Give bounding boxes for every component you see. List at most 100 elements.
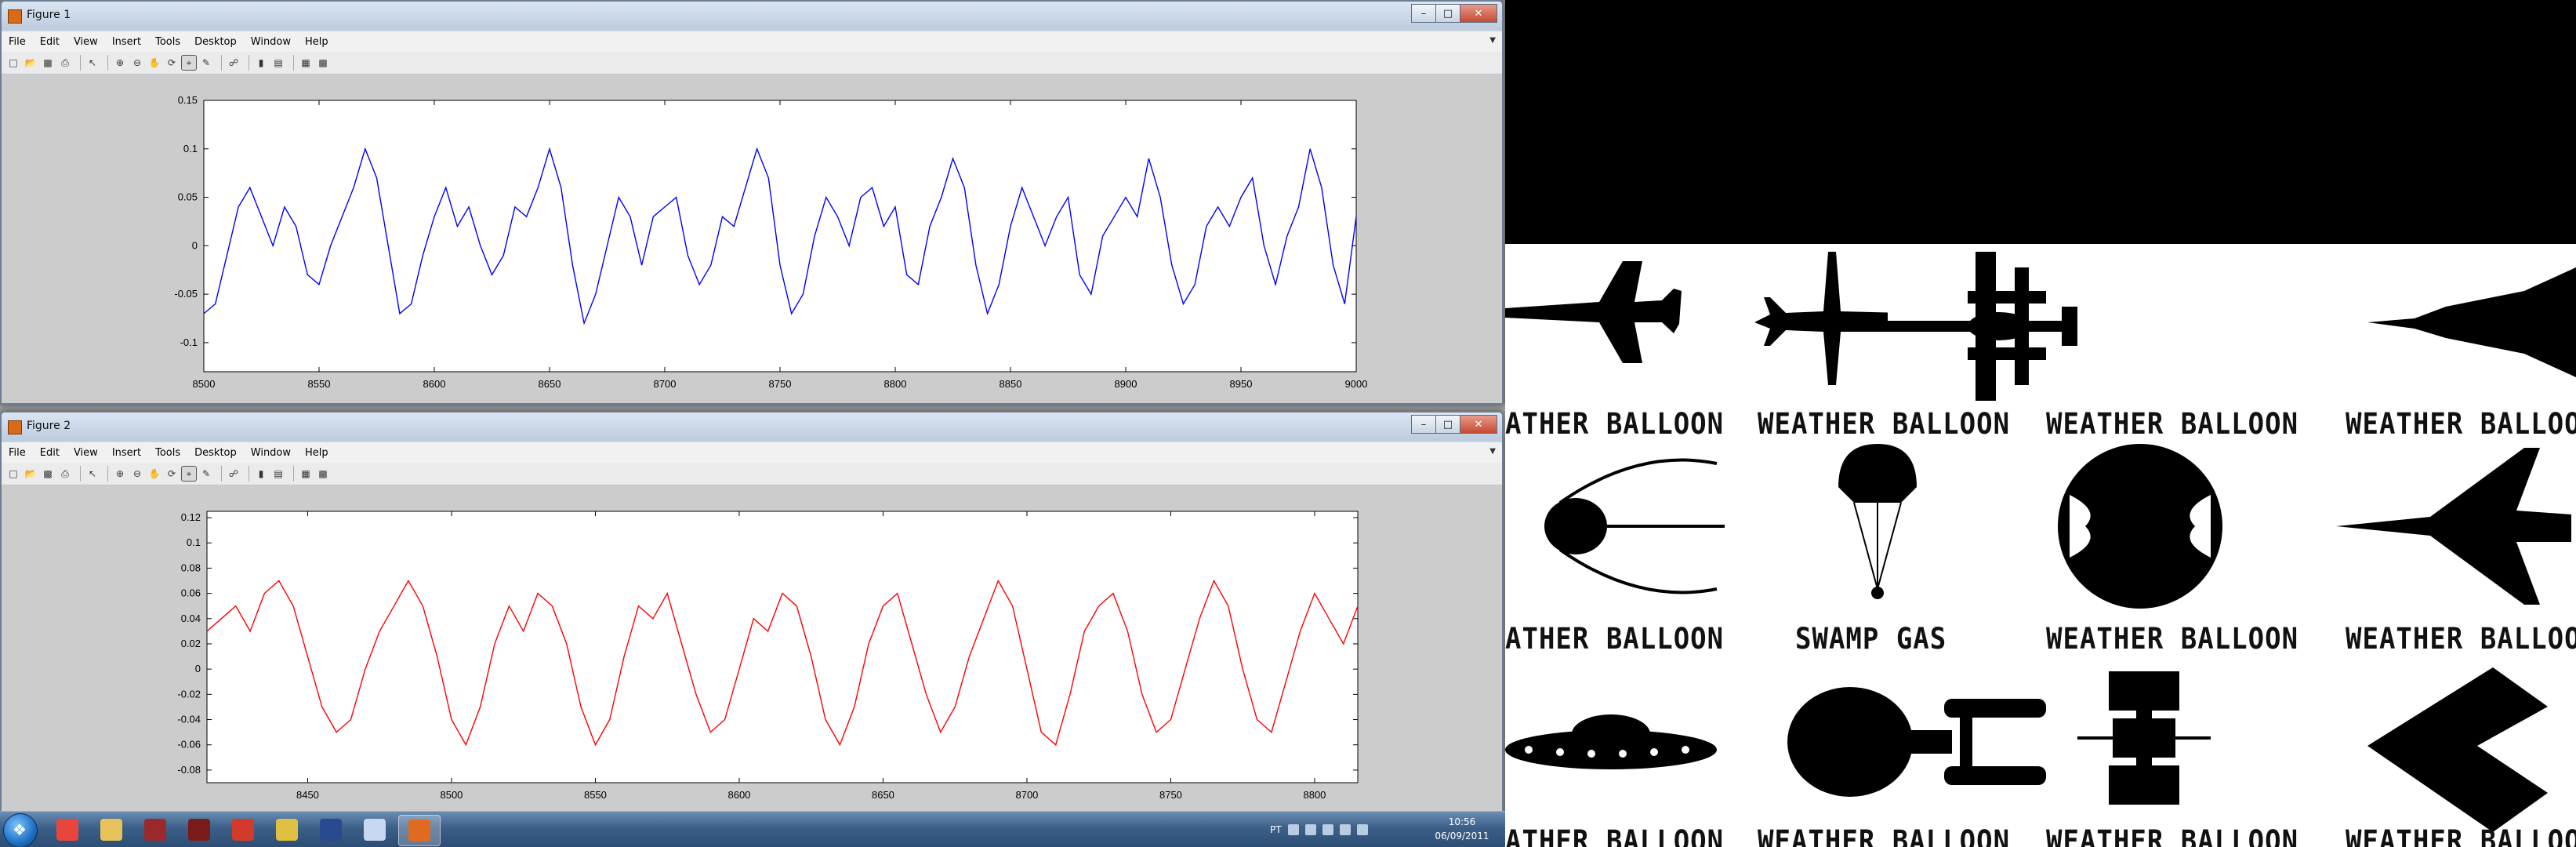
- save-icon[interactable]: ▩: [41, 467, 55, 481]
- minimize-button[interactable]: –: [1411, 4, 1436, 23]
- maximize-button[interactable]: □: [1435, 415, 1460, 434]
- caption: WEATHER BALLOON: [1758, 407, 2011, 442]
- pan-icon[interactable]: ✋: [147, 56, 161, 70]
- zoom-in-icon[interactable]: ⊕: [113, 56, 127, 70]
- y-tick-label: 0.12: [181, 511, 201, 523]
- zoom-out-icon[interactable]: ⊖: [130, 56, 144, 70]
- menu-edit[interactable]: Edit: [33, 447, 67, 459]
- language-indicator[interactable]: PT: [1270, 824, 1282, 835]
- network-icon[interactable]: [1339, 824, 1351, 835]
- zoom-in-icon[interactable]: ⊕: [113, 467, 127, 481]
- colorbar-icon[interactable]: ▮: [254, 467, 268, 481]
- pointer-icon[interactable]: ↖: [85, 467, 100, 481]
- rotate-icon[interactable]: ⟳: [165, 56, 179, 70]
- data-cursor-icon[interactable]: ⌖: [181, 466, 197, 482]
- tray-arrow-icon[interactable]: [1287, 824, 1299, 835]
- pointer-icon[interactable]: ↖: [85, 56, 100, 70]
- open-icon[interactable]: 📂: [24, 56, 38, 70]
- legend-icon[interactable]: ▤: [271, 56, 285, 70]
- menu-bar: File Edit View Insert Tools Desktop Wind…: [2, 31, 1502, 52]
- menu-file[interactable]: File: [2, 36, 33, 48]
- x-tick-label: 8500: [193, 378, 216, 390]
- taskbar-pickit-button[interactable]: [179, 815, 220, 845]
- taskbar-flash-button[interactable]: [223, 815, 263, 845]
- close-button[interactable]: ✕: [1460, 4, 1497, 23]
- x-tick-label: 8550: [308, 378, 331, 390]
- show-plot-tools-icon[interactable]: ▩: [316, 56, 330, 70]
- taskbar: ❖ PT 10:56 06/09/2011: [0, 811, 1505, 847]
- brush-icon[interactable]: ✎: [199, 56, 213, 70]
- hide-plot-tools-icon[interactable]: ▦: [299, 56, 313, 70]
- figure-1-plot[interactable]: 8500 8550 8600 8650 8700 8750 8800 8850 8900 8950…: [2, 75, 1499, 400]
- new-icon[interactable]: □: [6, 467, 20, 481]
- figure-2-canvas: 8450 8500 8550 8600 8650 8700 8750 8800 0.12 0.1 0…: [2, 486, 1502, 812]
- menu-tools[interactable]: Tools: [148, 447, 187, 459]
- taskbar-explorer-button[interactable]: [91, 815, 132, 845]
- brush-icon[interactable]: ✎: [199, 467, 213, 481]
- taskbar-pic-button[interactable]: [310, 815, 351, 845]
- new-icon[interactable]: □: [6, 56, 20, 70]
- x-tick-label: 8800: [884, 378, 907, 390]
- menu-view[interactable]: View: [67, 36, 105, 48]
- chrome-icon: [56, 819, 78, 841]
- x-tick-label: 8750: [1159, 789, 1182, 801]
- close-button[interactable]: ✕: [1460, 415, 1497, 434]
- print-icon[interactable]: ⎙: [58, 467, 72, 481]
- figure-2-plot[interactable]: 8450 8500 8550 8600 8650 8700 8750 8800 0.12 0.1 0…: [2, 486, 1499, 809]
- pan-icon[interactable]: ✋: [147, 467, 161, 481]
- toolbar-separator: [221, 466, 222, 482]
- minimize-button[interactable]: –: [1411, 415, 1436, 434]
- taskbar-chrome-button[interactable]: [47, 815, 88, 845]
- matlab-figure-icon: [8, 420, 22, 434]
- start-button[interactable]: ❖: [3, 813, 38, 847]
- menu-desktop[interactable]: Desktop: [187, 36, 244, 48]
- menu-edit[interactable]: Edit: [33, 36, 67, 48]
- volume-icon[interactable]: [1356, 824, 1368, 835]
- show-plot-tools-icon[interactable]: ▩: [316, 467, 330, 481]
- menu-view[interactable]: View: [67, 447, 105, 459]
- print-icon[interactable]: ⎙: [58, 56, 72, 70]
- x-tick-label: 8950: [1230, 378, 1253, 390]
- menu-insert[interactable]: Insert: [105, 447, 148, 459]
- hide-plot-tools-icon[interactable]: ▦: [299, 467, 313, 481]
- link-icon[interactable]: ☍: [227, 56, 241, 70]
- zoom-out-icon[interactable]: ⊖: [130, 467, 144, 481]
- menu-window[interactable]: Window: [244, 447, 298, 459]
- menu-window[interactable]: Window: [244, 36, 298, 48]
- menu-file[interactable]: File: [2, 447, 33, 459]
- rotate-icon[interactable]: ⟳: [165, 467, 179, 481]
- toolbar-separator: [293, 55, 294, 71]
- colorbar-icon[interactable]: ▮: [254, 56, 268, 70]
- caption: WEATHER BALLOON: [1758, 824, 2011, 847]
- x-tick-label: 8700: [654, 378, 677, 390]
- figure-2-window: Figure 2 – □ ✕ File Edit View Insert Too…: [0, 411, 1504, 814]
- open-icon[interactable]: 📂: [24, 467, 38, 481]
- maximize-button[interactable]: □: [1435, 4, 1460, 23]
- y-tick-label: 0.04: [181, 613, 201, 624]
- menu-help[interactable]: Help: [298, 36, 336, 48]
- taskbar-paint-button[interactable]: [354, 815, 395, 845]
- menu-help[interactable]: Help: [298, 447, 336, 459]
- taskbar-matlab-button[interactable]: [398, 815, 441, 846]
- taskbar-terminal-button[interactable]: [267, 815, 307, 845]
- y-tick-label: 0.08: [181, 562, 201, 573]
- menu-insert[interactable]: Insert: [105, 36, 148, 48]
- taskbar-altium-button[interactable]: [135, 815, 176, 845]
- y-tick-label: -0.1: [180, 336, 198, 348]
- figure-2-titlebar[interactable]: Figure 2 – □ ✕: [2, 413, 1502, 441]
- left-monitor: Figure 1 – □ ✕ File Edit View Insert Too…: [0, 0, 1505, 847]
- figure-1-titlebar[interactable]: Figure 1 – □ ✕: [2, 2, 1502, 30]
- flag-icon[interactable]: [1322, 824, 1333, 835]
- data-cursor-icon[interactable]: ⌖: [181, 55, 197, 71]
- clock[interactable]: 10:56 06/09/2011: [1427, 815, 1497, 843]
- caption: ATHER BALLOON: [1505, 407, 1725, 442]
- dock-arrow-icon[interactable]: ▼: [1489, 447, 1496, 456]
- menu-tools[interactable]: Tools: [148, 36, 187, 48]
- legend-icon[interactable]: ▤: [271, 467, 285, 481]
- link-icon[interactable]: ☍: [227, 467, 241, 481]
- menu-desktop[interactable]: Desktop: [187, 447, 244, 459]
- save-icon[interactable]: ▩: [41, 56, 55, 70]
- tray-app-icon[interactable]: [1304, 824, 1316, 835]
- dock-arrow-icon[interactable]: ▼: [1489, 36, 1496, 45]
- x-tick-label: 8550: [584, 789, 607, 801]
